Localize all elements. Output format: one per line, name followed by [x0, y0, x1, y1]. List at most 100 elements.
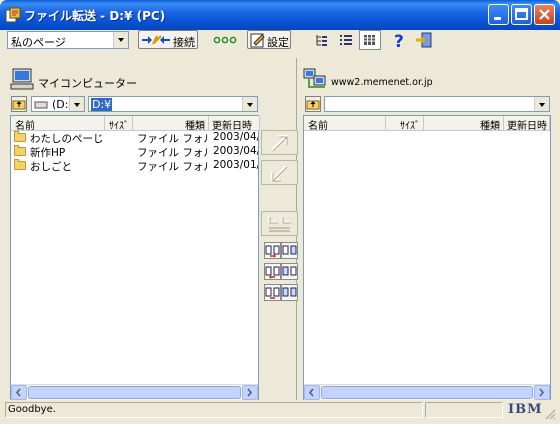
copy-to-local-icon	[282, 266, 297, 276]
ibm-logo: IBM	[508, 402, 543, 417]
exit-icon	[416, 32, 432, 48]
list-item[interactable]: 新作HP ファイル フォルダ 2003/04/0	[11, 145, 258, 159]
col-header-date[interactable]: 更新日時	[504, 116, 550, 131]
left-up-folder-button[interactable]	[11, 96, 27, 112]
right-path-select[interactable]	[324, 96, 550, 112]
list-item[interactable]: わたしのぺーじ ファイル フォルダ 2003/04/0	[11, 131, 258, 145]
col-header-size[interactable]: ｻｲｽﾞ	[105, 116, 133, 131]
file-date: 2003/04/0	[213, 145, 258, 157]
upload-arrow-icon	[271, 135, 288, 152]
site-select-value: 私のページ	[11, 36, 66, 49]
drive-icon	[34, 101, 48, 109]
connection-status-icon	[213, 36, 237, 44]
status-bar: Goodbye. IBM	[0, 400, 560, 424]
connect-button[interactable]: 接続	[138, 30, 198, 49]
settings-label: 設定	[267, 36, 289, 49]
file-type: ファイル フォルダ	[137, 133, 207, 145]
left-file-list[interactable]: 名前 ｻｲｽﾞ 種類 更新日時 わたしのぺーじ ファイル フォルダ 2003/0…	[10, 115, 260, 400]
folder-icon	[14, 131, 26, 142]
maximize-icon	[515, 8, 528, 20]
copy-to-remote-alt-button[interactable]	[281, 242, 298, 259]
left-horizontal-scrollbar[interactable]	[11, 384, 258, 400]
list-item[interactable]: おしごと ファイル フォルダ 2003/01/2	[11, 159, 258, 173]
status-message: Goodbye.	[8, 404, 56, 415]
detail-view-icon	[340, 35, 352, 45]
left-path-select[interactable]: D:¥	[88, 96, 258, 112]
help-icon: ?	[394, 32, 404, 52]
settings-button[interactable]: 設定	[247, 30, 291, 49]
scroll-left-button[interactable]	[304, 385, 320, 400]
copy-both-icon	[265, 287, 280, 299]
drive-select[interactable]: (D:)	[31, 96, 85, 112]
close-icon	[539, 9, 550, 20]
grid-view-icon	[364, 35, 375, 45]
right-horizontal-scrollbar[interactable]	[304, 384, 550, 400]
file-date: 2003/04/0	[213, 131, 258, 143]
status-field-blank	[425, 402, 503, 418]
grid-view-button[interactable]	[359, 30, 381, 50]
close-button[interactable]	[534, 4, 555, 25]
col-header-size[interactable]: ｻｲｽﾞ	[386, 116, 424, 131]
scroll-thumb[interactable]	[28, 386, 241, 399]
copy-both-alt-button[interactable]	[281, 284, 298, 301]
copy-both-icon	[282, 287, 297, 297]
list-view-icon	[316, 35, 327, 46]
site-select[interactable]: 私のページ	[7, 31, 129, 49]
copy-to-local-icon	[265, 266, 280, 279]
right-pane-title: www2.memenet.or.jp	[331, 77, 433, 88]
network-server-icon	[303, 68, 326, 88]
chevron-left-icon	[15, 388, 21, 397]
file-type: ファイル フォルダ	[137, 147, 207, 159]
sync-icon	[268, 216, 291, 232]
chevron-down-icon[interactable]	[69, 97, 84, 111]
col-header-name[interactable]: 名前	[304, 116, 386, 131]
chevron-right-icon	[247, 388, 253, 397]
file-name: おしごと	[30, 161, 72, 173]
my-computer-icon	[10, 68, 34, 90]
scroll-left-button[interactable]	[11, 385, 27, 400]
chevron-down-icon[interactable]	[534, 97, 549, 111]
col-header-date[interactable]: 更新日時	[209, 116, 260, 131]
copy-both-button[interactable]	[264, 284, 281, 301]
scroll-right-button[interactable]	[534, 385, 550, 400]
download-arrow-icon	[271, 165, 288, 182]
resize-grip-icon[interactable]	[544, 408, 556, 420]
exit-button[interactable]	[413, 30, 435, 50]
upload-button[interactable]	[261, 130, 298, 155]
copy-to-remote-icon	[265, 245, 280, 258]
title-bar[interactable]: ファイル転送 - D:¥ (PC)	[0, 0, 560, 30]
copy-to-remote-icon	[282, 245, 297, 255]
status-message-field: Goodbye.	[5, 402, 423, 418]
copy-to-remote-button[interactable]	[264, 242, 281, 259]
file-name: わたしのぺーじ	[30, 133, 104, 145]
chevron-down-icon[interactable]	[242, 97, 257, 111]
chevron-left-icon	[308, 388, 314, 397]
copy-to-local-button[interactable]	[264, 263, 281, 280]
chevron-right-icon	[539, 388, 545, 397]
right-up-folder-button[interactable]	[305, 96, 321, 112]
svg-text:?: ?	[394, 32, 404, 50]
copy-to-local-alt-button[interactable]	[281, 263, 298, 280]
window-title: ファイル転送 - D:¥ (PC)	[24, 9, 166, 23]
file-name: 新作HP	[30, 147, 66, 159]
file-type: ファイル フォルダ	[137, 161, 207, 173]
download-button[interactable]	[261, 160, 298, 185]
detail-view-button[interactable]	[335, 30, 357, 50]
minimize-button[interactable]	[488, 4, 509, 25]
col-header-type[interactable]: 種類	[133, 116, 209, 131]
scroll-right-button[interactable]	[242, 385, 258, 400]
list-view-button[interactable]	[311, 30, 333, 50]
scroll-thumb[interactable]	[321, 386, 533, 399]
help-button[interactable]: ?	[389, 30, 411, 52]
chevron-down-icon[interactable]	[113, 32, 128, 48]
col-header-name[interactable]: 名前	[11, 116, 105, 131]
left-pane-title: マイコンピューター	[38, 77, 137, 90]
maximize-button[interactable]	[511, 4, 532, 25]
app-icon	[5, 7, 21, 23]
up-folder-icon	[12, 100, 26, 110]
file-transfer-window: ファイル転送 - D:¥ (PC) 私のページ 接続 設定 ? マイコンピュータ…	[0, 0, 560, 424]
up-folder-icon	[306, 100, 320, 110]
sync-button[interactable]	[261, 211, 298, 236]
right-file-list[interactable]: 名前 ｻｲｽﾞ 種類 更新日時	[303, 115, 551, 400]
col-header-type[interactable]: 種類	[424, 116, 504, 131]
